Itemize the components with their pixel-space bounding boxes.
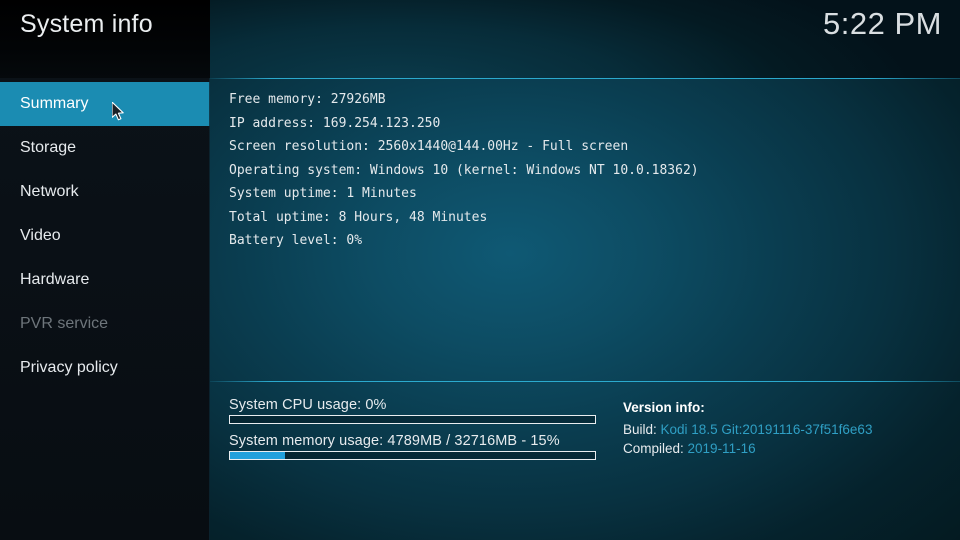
sidebar-item-label: PVR service <box>20 315 109 332</box>
clock-label: 5:22 PM <box>823 6 942 41</box>
version-build-row: Build: Kodi 18.5 Git:20191116-37f51f6e63 <box>623 421 872 439</box>
sidebar-item-label: Network <box>20 183 79 200</box>
system-info-line: Battery level: 0% <box>229 233 363 248</box>
window-header: System info 5:22 PM <box>0 0 960 78</box>
sidebar-menu: Summary Storage Network Video Hardware PVR se… <box>0 82 210 390</box>
sidebar-item-label: Storage <box>20 139 77 156</box>
sidebar-item-label: Video <box>20 227 61 244</box>
version-build-value: Kodi 18.5 Git:20191116-37f51f6e63 <box>660 422 873 437</box>
sidebar-item-storage[interactable]: Storage <box>0 126 210 170</box>
cpu-usage-progressbar <box>229 415 596 424</box>
system-info-line: Total uptime: 8 Hours, 48 Minutes <box>229 209 488 225</box>
version-build-label: Build: <box>623 422 661 437</box>
sidebar-item-pvr-service: PVR service <box>0 302 210 346</box>
usage-block: System CPU usage: 0% System memory usage… <box>229 397 599 469</box>
version-compiled-value: 2019-11-16 <box>687 441 756 456</box>
sidebar-item-label: Privacy policy <box>20 359 118 376</box>
version-info-title: Version info: <box>623 400 705 415</box>
sidebar: Summary Storage Network Video Hardware PVR se… <box>0 78 210 540</box>
memory-usage-fill <box>230 452 285 459</box>
sidebar-item-privacy-policy[interactable]: Privacy policy <box>0 346 210 390</box>
kodi-system-info-screen: System info 5:22 PM Summary Storage Networ… <box>0 0 960 540</box>
sidebar-item-summary[interactable]: Summary <box>0 82 210 126</box>
sidebar-item-network[interactable]: Network <box>0 170 210 214</box>
memory-usage-label: System memory usage: 4789MB / 32716MB - … <box>229 433 560 449</box>
status-panel: System CPU usage: 0% System memory usage… <box>210 382 960 540</box>
sidebar-item-label: Hardware <box>20 271 90 288</box>
system-info-line: System uptime: 1 Minutes <box>229 186 417 201</box>
main-content: Free memory: 27926MB IP address: 169.254.… <box>210 79 960 381</box>
system-info-line: IP address: 169.254.123.250 <box>229 115 441 131</box>
cpu-usage-label: System CPU usage: 0% <box>229 397 387 413</box>
sidebar-item-hardware[interactable]: Hardware <box>0 258 210 302</box>
system-info-line: Screen resolution: 2560x1440@144.00Hz - … <box>229 139 629 154</box>
system-info-line: Free memory: 27926MB <box>229 92 386 107</box>
sidebar-edge <box>209 78 210 540</box>
status-divider <box>210 381 960 382</box>
system-info-line: Operating system: Windows 10 (kernel: Wi… <box>229 162 699 178</box>
version-info-block: Version info: Build: Kodi 18.5 Git:20191… <box>623 399 872 458</box>
header-divider <box>210 78 960 79</box>
sidebar-item-label: Summary <box>20 95 89 112</box>
page-title: System info <box>20 10 153 38</box>
version-compiled-label: Compiled: <box>623 441 688 456</box>
system-info-list: Free memory: 27926MB IP address: 169.254.… <box>229 88 699 253</box>
memory-usage-progressbar <box>229 451 596 460</box>
sidebar-item-video[interactable]: Video <box>0 214 210 258</box>
version-compiled-row: Compiled: 2019-11-16 <box>623 440 872 458</box>
